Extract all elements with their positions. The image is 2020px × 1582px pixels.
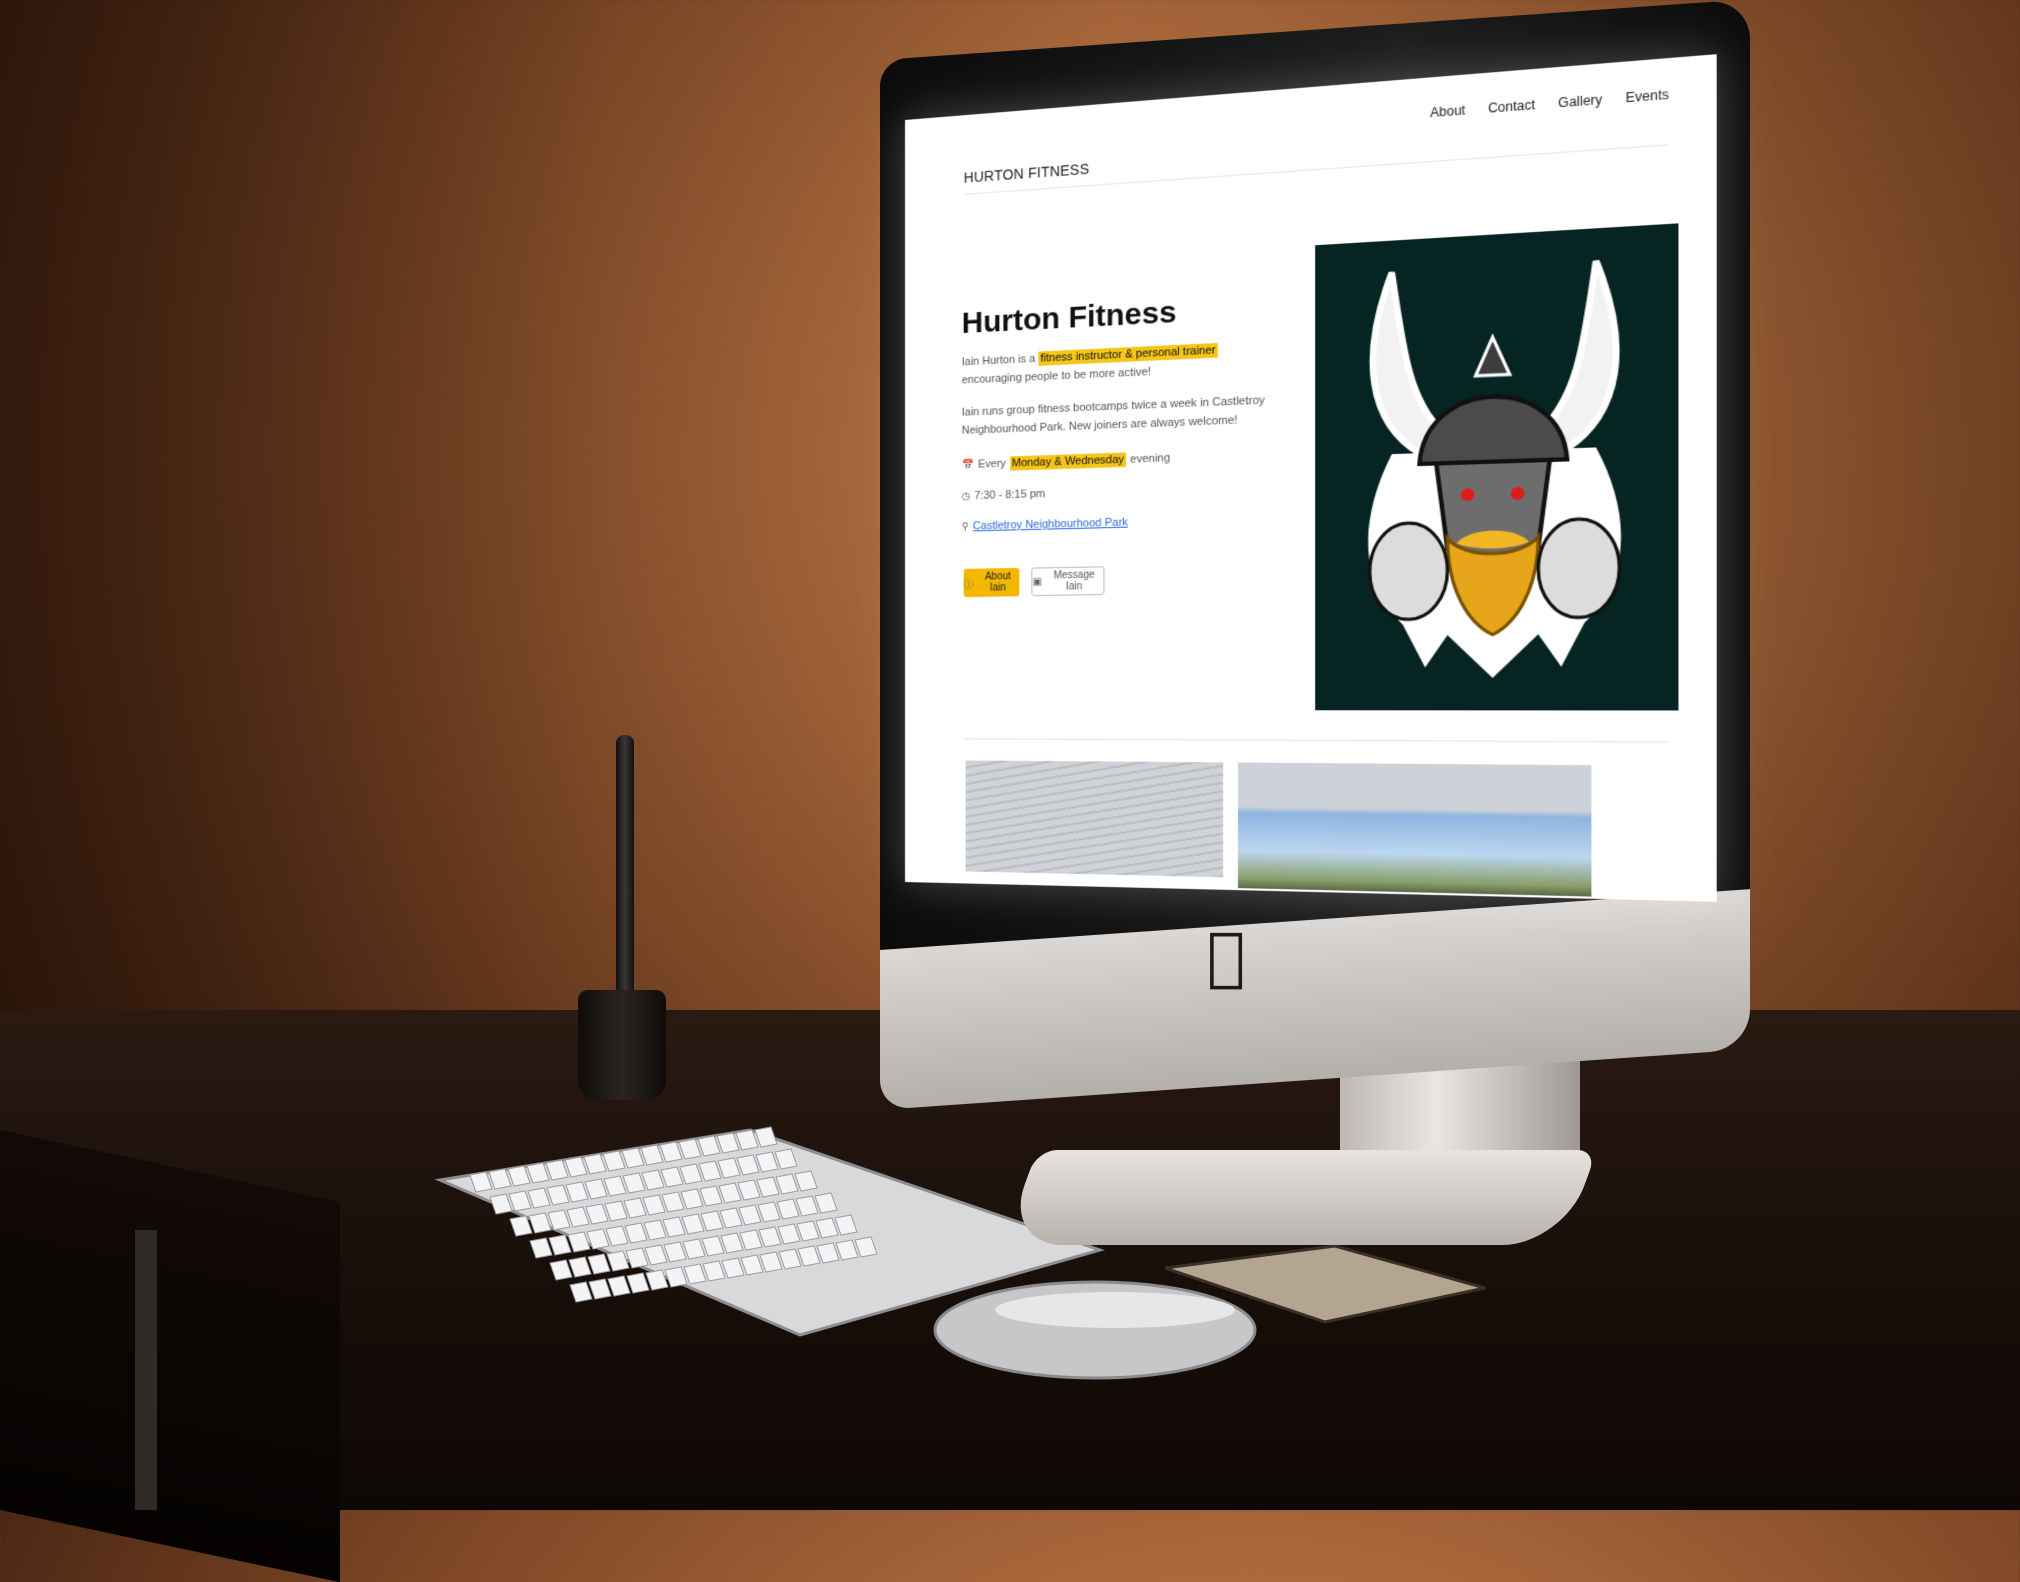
desk-leg: [135, 1230, 157, 1510]
bootcamp-paragraph: Iain runs group fitness bootcamps twice …: [961, 394, 1265, 437]
keyboard-key: [529, 1237, 553, 1259]
viking-mascot-image: [1315, 223, 1679, 711]
about-iain-label: About Iain: [984, 571, 1011, 594]
keyboard-key: [607, 1275, 631, 1297]
gallery-image-1[interactable]: [965, 760, 1224, 878]
intro-text-end: encouraging people to be more active!: [961, 365, 1151, 387]
keyboard-key: [626, 1272, 650, 1294]
phone: [1164, 1244, 1486, 1324]
message-iain-label: Message Iain: [1053, 569, 1095, 593]
location-pin-icon: ⚲: [961, 520, 969, 533]
time-row: ◷ 7:30 - 8:15 pm: [962, 488, 1045, 503]
message-iain-button[interactable]: ▣ Message Iain: [1031, 566, 1105, 597]
section-divider: [963, 738, 1669, 743]
intro-text-start: Iain Hurton is a: [961, 352, 1039, 369]
pen: [616, 735, 634, 1005]
monitor-stand-base: [1002, 1150, 1598, 1245]
nav-link-events[interactable]: Events: [1626, 87, 1669, 106]
time-text: 7:30 - 8:15 pm: [974, 487, 1046, 503]
monitor-screen: HURTON FITNESS About Contact Gallery Eve…: [905, 54, 1717, 902]
schedule-text-start: Every: [977, 457, 1006, 471]
nav-link-about[interactable]: About: [1430, 103, 1465, 121]
pen-holder: [578, 990, 666, 1100]
schedule-text-end: evening: [1130, 452, 1171, 466]
brand-logo[interactable]: HURTON FITNESS: [964, 160, 1090, 185]
keyboard-key: [569, 1281, 593, 1303]
keyboard-key: [568, 1256, 592, 1278]
location-row: ⚲ Castletroy Neighbourhood Park: [962, 516, 1128, 532]
schedule-row: 📅 Every Monday & Wednesday evening: [962, 451, 1170, 472]
schedule-highlight: Monday & Wednesday: [1009, 452, 1127, 471]
viking-mascot-artwork: [1315, 223, 1678, 679]
apple-logo-icon: : [1207, 920, 1245, 994]
keyboard-key: [548, 1234, 572, 1256]
keyboard-key: [587, 1253, 611, 1275]
intro-paragraph: Iain Hurton is a fitness instructor & pe…: [962, 338, 1281, 390]
about-iain-button[interactable]: ⓘ About Iain: [963, 567, 1020, 598]
clock-icon: ◷: [961, 490, 971, 502]
info-icon: ⓘ: [963, 579, 974, 591]
hero-title: Hurton Fitness: [961, 295, 1177, 341]
keyboard-key: [588, 1278, 612, 1300]
location-link[interactable]: Castletroy Neighbourhood Park: [973, 516, 1128, 532]
calendar-icon: 📅: [961, 459, 975, 471]
instagram-icon: ▣: [1032, 576, 1042, 588]
nav-link-contact[interactable]: Contact: [1488, 97, 1535, 116]
desk-front: [0, 1130, 340, 1582]
intro-highlight: fitness instructor & personal trainer: [1038, 342, 1218, 366]
nav-links: About Contact Gallery Events: [1430, 87, 1669, 121]
gallery-image-2[interactable]: [1237, 762, 1592, 897]
keyboard-key: [549, 1259, 573, 1281]
nav-link-gallery[interactable]: Gallery: [1558, 92, 1602, 111]
